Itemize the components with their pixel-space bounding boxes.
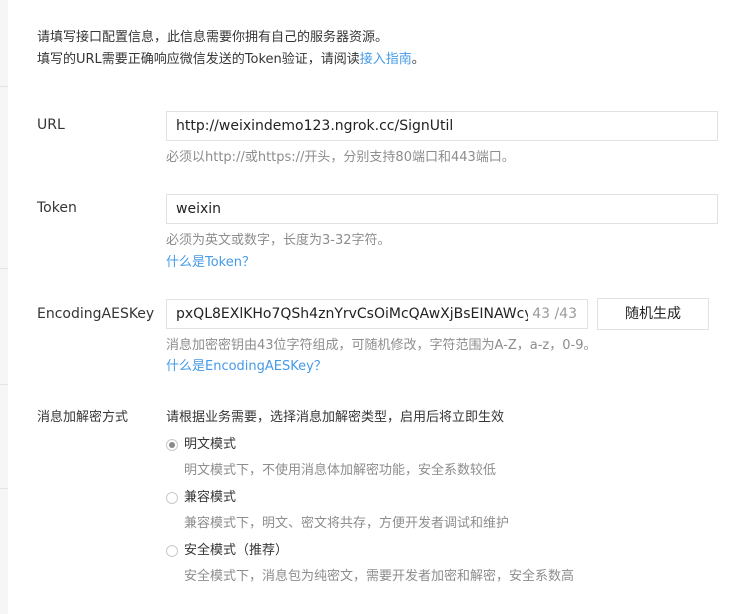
encryption-mode-label: 消息加解密方式 — [37, 410, 129, 425]
secure-mode-tip: 安全模式下，消息包为纯密文，需要开发者加密和解密，安全系数高 — [184, 569, 575, 584]
radio-compatible-label: 兼容模式 — [184, 490, 237, 505]
token-label: Token — [37, 200, 77, 216]
aes-key-input-value: pxQL8EXlKHo7QSh4znYrvCsOiMcQAwXjBsEINAWc… — [176, 306, 528, 322]
radio-secure-mode[interactable]: 安全模式（推荐） — [166, 542, 288, 560]
token-input-value: weixin — [176, 201, 222, 217]
aes-key-label: EncodingAESKey — [37, 306, 155, 322]
radio-compatible-mode[interactable]: 兼容模式 — [166, 489, 236, 507]
radio-plaintext-indicator[interactable] — [166, 439, 178, 451]
radio-compatible-indicator[interactable] — [166, 492, 178, 504]
sidebar-divider — [0, 384, 8, 385]
encryption-mode-description: 请根据业务需要，选择消息加解密类型，启用后将立即生效 — [166, 410, 505, 425]
url-input-value: http://weixindemo123.ngrok.cc/SignUtil — [176, 118, 454, 134]
random-generate-button[interactable]: 随机生成 — [597, 298, 709, 330]
url-tip: 必须以http://或https://开头，分别支持80端口和443端口。 — [166, 150, 515, 165]
url-input[interactable]: http://weixindemo123.ngrok.cc/SignUtil — [166, 111, 718, 141]
aes-key-char-counter: 43 /43 — [532, 306, 577, 322]
intro-text: 请填写接口配置信息，此信息需要你拥有自己的服务器资源。 填写的URL需要正确响应… — [37, 27, 425, 71]
sidebar-divider — [0, 488, 8, 489]
token-input[interactable]: weixin — [166, 194, 718, 224]
intro-line-1: 请填写接口配置信息，此信息需要你拥有自己的服务器资源。 — [37, 30, 389, 45]
sidebar-divider — [0, 86, 8, 87]
what-is-aes-key-link[interactable]: 什么是EncodingAESKey？ — [166, 358, 327, 376]
token-tip: 必须为英文或数字，长度为3-32字符。 — [166, 233, 391, 248]
url-label: URL — [37, 117, 65, 133]
intro-line-2-prefix: 填写的URL需要正确响应微信发送的Token验证，请阅读 — [37, 52, 360, 67]
left-sidebar-edge — [0, 0, 8, 614]
radio-plaintext-mode[interactable]: 明文模式 — [166, 436, 236, 454]
aes-key-input[interactable]: pxQL8EXlKHo7QSh4znYrvCsOiMcQAwXjBsEINAWc… — [166, 299, 588, 329]
radio-secure-label: 安全模式（推荐） — [184, 543, 289, 558]
sidebar-divider — [0, 268, 8, 269]
what-is-token-link[interactable]: 什么是Token？ — [166, 254, 255, 272]
plaintext-mode-tip: 明文模式下，不使用消息体加解密功能，安全系数较低 — [184, 463, 497, 478]
intro-line-2: 填写的URL需要正确响应微信发送的Token验证，请阅读接入指南。 — [37, 49, 425, 71]
intro-line-2-suffix: 。 — [411, 52, 425, 67]
compatible-mode-tip: 兼容模式下，明文、密文将共存，方便开发者调试和维护 — [184, 516, 510, 531]
access-guide-link[interactable]: 接入指南 — [360, 52, 412, 67]
radio-plaintext-label: 明文模式 — [184, 437, 237, 452]
radio-secure-indicator[interactable] — [166, 545, 178, 557]
aes-key-tip: 消息加密密钥由43位字符组成，可随机修改，字符范围为A-Z，a-z，0-9。 — [166, 338, 597, 353]
